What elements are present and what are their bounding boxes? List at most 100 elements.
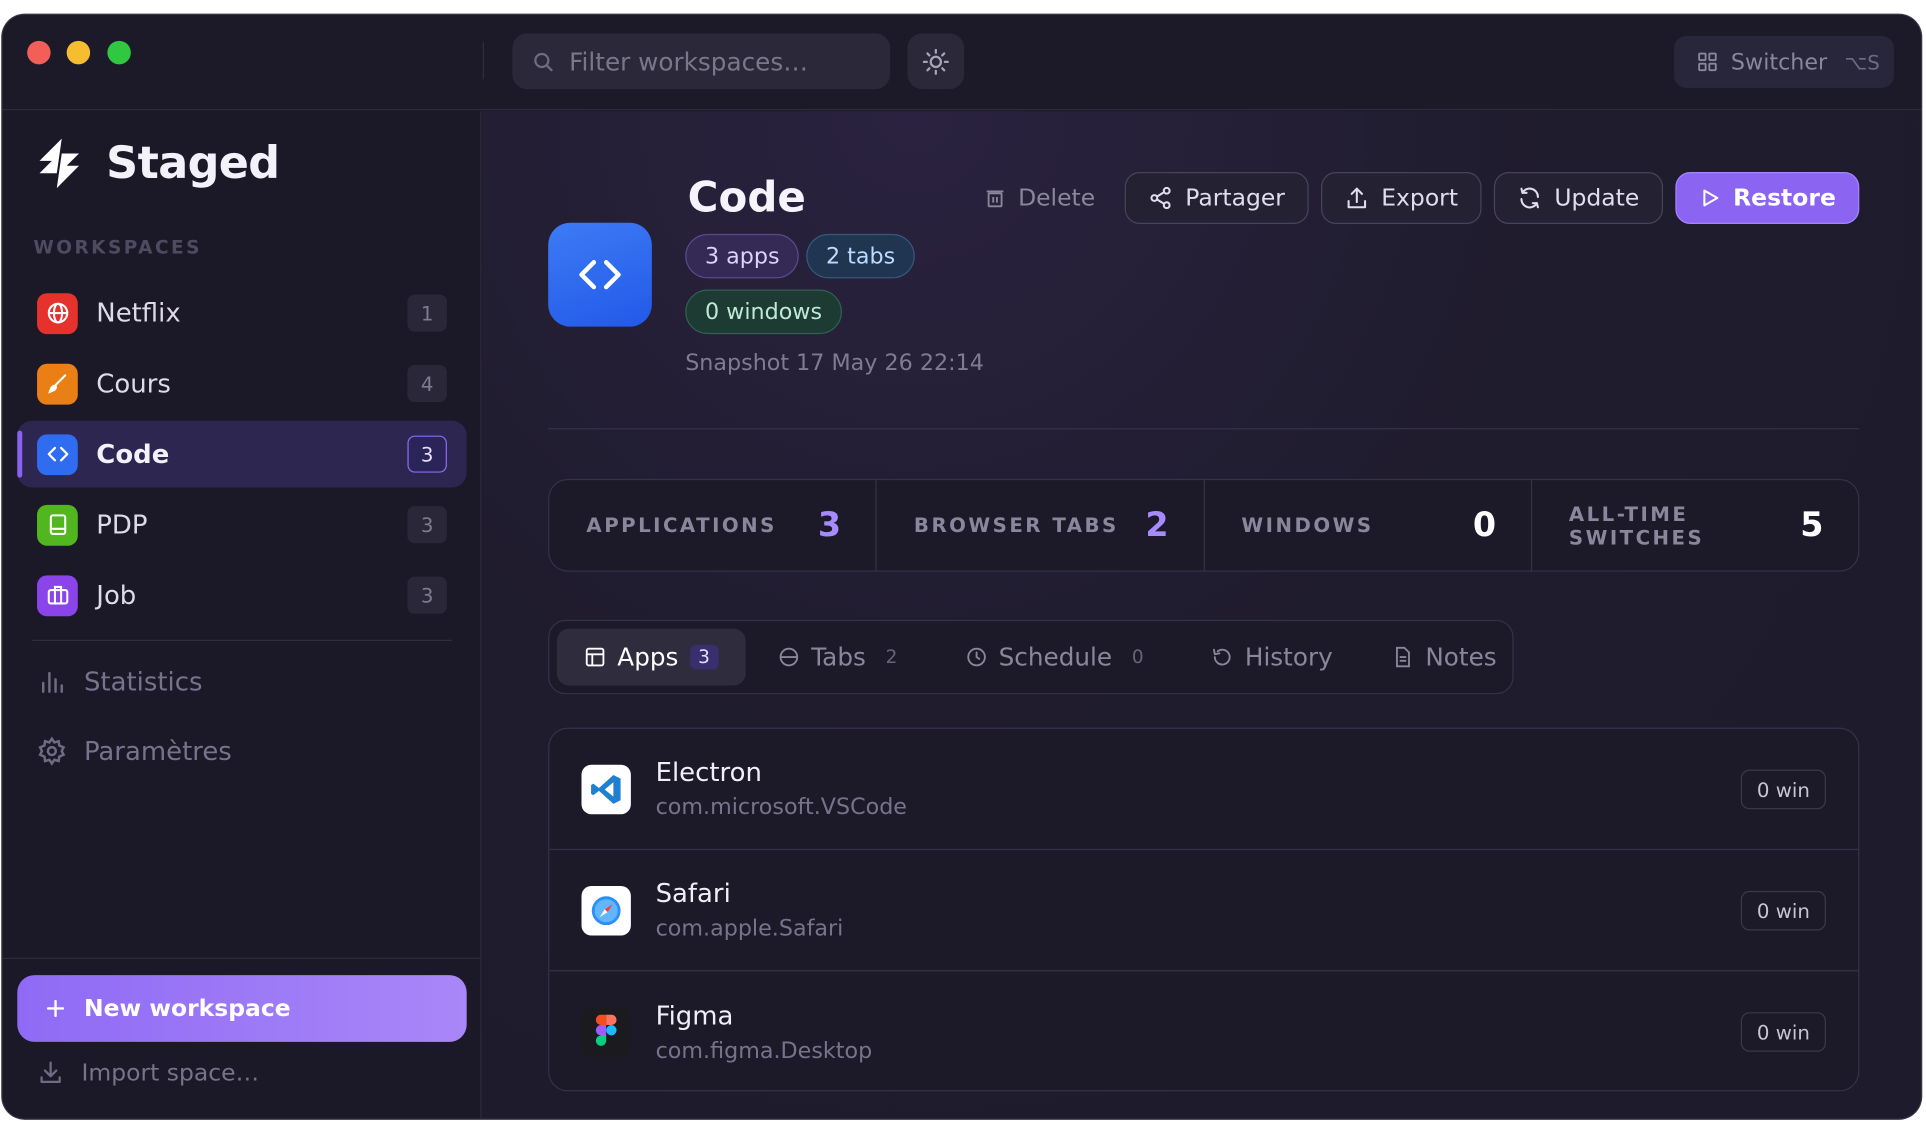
header-divider (548, 428, 1860, 430)
app-name: Safari (655, 878, 731, 909)
stat-value: 0 (1472, 506, 1497, 545)
apps-list: Electron com.microsoft.VSCode 0 win Safa… (548, 727, 1860, 1092)
share-label: Partager (1185, 184, 1285, 212)
import-space-label: Import space… (81, 1059, 260, 1087)
tab-count: 2 (885, 645, 898, 669)
stat-browser-tabs: BROWSER TABS 2 (877, 480, 1205, 571)
bar-chart-icon (41, 671, 63, 693)
globe-icon (779, 647, 799, 667)
stat-applications: APPLICATIONS 3 (549, 480, 877, 571)
stat-label: BROWSER TABS (913, 513, 1119, 538)
switcher-shortcut: ⌥S (1844, 50, 1880, 74)
action-bar: Delete Partager Export Update Restore (966, 171, 1860, 224)
app-bundle-id: com.apple.Safari (655, 915, 844, 942)
theme-toggle-button[interactable] (907, 33, 965, 90)
tab-label: Tabs (811, 642, 866, 672)
stat-label: ALL-TIME SWITCHES (1568, 501, 1705, 549)
window-count-badge: 0 win (1740, 769, 1826, 810)
tab-schedule[interactable]: Schedule 0 (938, 629, 1179, 686)
figma-icon (581, 1007, 631, 1057)
brush-icon (37, 363, 78, 405)
sidebar-item-code[interactable]: Code 3 (17, 420, 467, 488)
share-icon (1150, 186, 1171, 210)
page-title: Code (687, 173, 806, 223)
sidebar-item-label: Job (96, 580, 137, 611)
sun-icon (922, 48, 949, 75)
tablet-icon (37, 504, 78, 546)
new-workspace-button[interactable]: New workspace (17, 975, 467, 1042)
tabs-count-badge: 2 tabs (806, 233, 915, 279)
apps-count-badge: 3 apps (685, 233, 800, 279)
plus-icon (46, 999, 65, 1018)
list-item[interactable]: Safari com.apple.Safari 0 win (549, 850, 1859, 972)
tab-apps[interactable]: Apps 3 (556, 628, 746, 686)
delete-button[interactable]: Delete (966, 172, 1112, 224)
sidebar-item-netflix[interactable]: Netflix 1 (17, 280, 466, 347)
sidebar-bottom-divider (2, 957, 481, 959)
document-icon (1396, 646, 1411, 668)
window-count-badge: 0 win (1740, 890, 1826, 931)
search-box[interactable] (512, 33, 891, 90)
tab-notes[interactable]: Notes (1365, 629, 1524, 686)
tab-label: Schedule (998, 642, 1113, 672)
stat-label: APPLICATIONS (586, 513, 777, 538)
trash-icon (986, 190, 1003, 208)
window-icon (585, 647, 605, 667)
sidebar-item-count: 4 (407, 365, 447, 403)
staged-logo-icon (39, 138, 80, 189)
list-item[interactable]: Figma com.figma.Desktop 0 win (549, 971, 1858, 1090)
sidebar: Staged WORKSPACES Netflix 1 Cours 4 Code… (2, 111, 482, 1119)
section-tabs: Apps 3 Tabs 2 Schedule 0 History Notes (548, 619, 1514, 695)
sidebar-item-label: PDP (96, 509, 148, 540)
switcher-button[interactable]: Switcher ⌥S (1674, 35, 1894, 88)
sidebar-item-label: Code (96, 439, 170, 469)
workspace-list: Netflix 1 Cours 4 Code 3 PDP 3 Job 3 (17, 280, 467, 633)
app-window: Switcher ⌥S Staged WORKSPACES Netflix 1 (2, 14, 1922, 1119)
tab-history[interactable]: History (1184, 629, 1360, 686)
sidebar-item-cours[interactable]: Cours 4 (17, 350, 466, 417)
gear-icon (38, 736, 66, 766)
stat-windows: WINDOWS 0 (1204, 480, 1532, 571)
briefcase-icon (37, 574, 78, 616)
sidebar-item-settings[interactable]: Paramètres (37, 736, 232, 766)
export-button[interactable]: Export (1320, 171, 1482, 224)
zoom-window-button[interactable] (107, 40, 131, 65)
minimize-window-button[interactable] (66, 40, 91, 65)
upload-icon (1347, 187, 1366, 209)
grid-icon (1698, 52, 1717, 72)
app-bundle-id: com.figma.Desktop (655, 1037, 873, 1064)
app-name: Electron (655, 757, 762, 787)
safari-icon (581, 885, 631, 935)
clock-icon (967, 647, 986, 667)
update-label: Update (1554, 184, 1640, 212)
code-icon (37, 433, 78, 475)
brand: Staged (32, 136, 280, 190)
sidebar-item-pdp[interactable]: PDP 3 (17, 491, 466, 558)
download-icon (40, 1061, 61, 1084)
tab-label: Notes (1425, 642, 1497, 672)
history-icon (1213, 648, 1231, 666)
tab-count: 3 (689, 644, 719, 670)
sidebar-item-count: 3 (407, 576, 447, 614)
share-button[interactable]: Partager (1124, 171, 1309, 224)
tab-count: 0 (1131, 645, 1144, 669)
tab-tabs[interactable]: Tabs 2 (751, 629, 934, 686)
import-space-button[interactable]: Import space… (37, 1059, 259, 1086)
search-input[interactable] (569, 46, 878, 77)
windows-count-badge: 0 windows (685, 289, 842, 335)
sidebar-item-statistics[interactable]: Statistics (37, 667, 202, 697)
sidebar-item-count: 3 (407, 435, 447, 473)
sidebar-item-label: Netflix (96, 298, 181, 328)
list-item[interactable]: Electron com.microsoft.VSCode 0 win (549, 729, 1859, 851)
sidebar-item-job[interactable]: Job 3 (17, 562, 466, 629)
sidebar-item-count: 3 (407, 506, 447, 544)
stat-label: WINDOWS (1241, 513, 1374, 538)
close-window-button[interactable] (27, 40, 51, 65)
restore-button[interactable]: Restore (1675, 171, 1860, 224)
sidebar-divider (32, 639, 452, 641)
sidebar-item-label: Cours (96, 368, 171, 399)
restore-label: Restore (1733, 184, 1836, 212)
update-button[interactable]: Update (1493, 171, 1663, 224)
new-workspace-label: New workspace (83, 994, 291, 1023)
delete-label: Delete (1018, 184, 1096, 212)
